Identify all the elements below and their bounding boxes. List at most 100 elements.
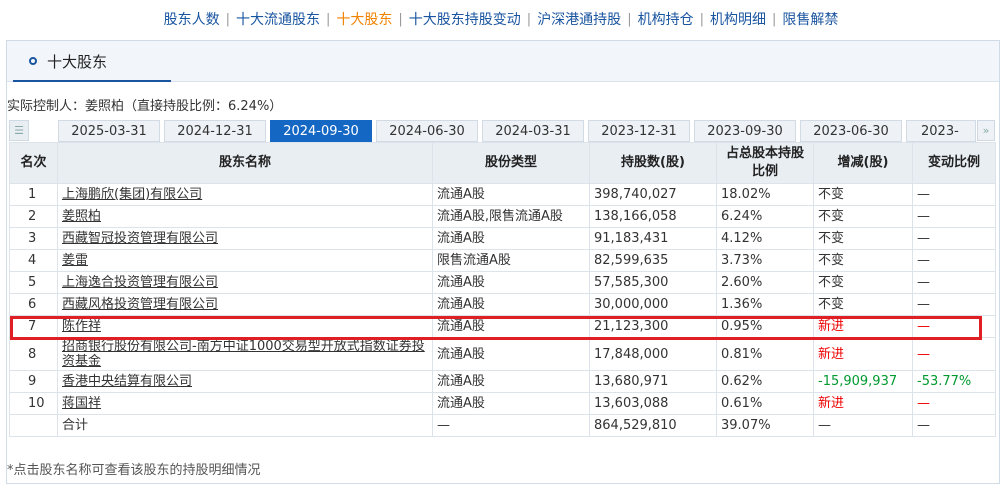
nav-separator: |	[225, 11, 231, 27]
tab-date[interactable]: 2024-03-31	[482, 120, 584, 142]
col-header-pct: 占总股本持股比例	[716, 142, 814, 184]
pct-cell: 0.81%	[716, 337, 814, 371]
rank-cell: 8	[9, 337, 58, 371]
holder-name-link[interactable]: 上海鹏欣(集团)有限公司	[62, 187, 202, 202]
holder-name-link[interactable]: 西藏风格投资管理有限公司	[62, 297, 218, 312]
holder-name-cell: 西藏智冠投资管理有限公司	[57, 227, 433, 250]
pct-cell: 6.24%	[716, 205, 814, 228]
holder-name-cell: 香港中央结算有限公司	[57, 370, 433, 393]
nav-top10-changes[interactable]: 十大股东持股变动	[409, 9, 521, 29]
change-pct-cell: —	[912, 337, 996, 371]
nav-separator: |	[398, 11, 403, 27]
share-type-cell: —	[432, 414, 590, 437]
rank-cell: 4	[9, 249, 58, 272]
nav-separator: |	[326, 11, 331, 27]
change-pct-cell: —	[912, 392, 996, 415]
table-row: 9 香港中央结算有限公司 流通A股 13,680,971 0.62% -15,9…	[9, 370, 996, 393]
holder-name-cell: 上海逸合投资管理有限公司	[57, 271, 433, 294]
holder-name-link[interactable]: 蒋国祥	[62, 396, 101, 411]
pct-cell: 2.60%	[716, 271, 814, 294]
list-icon[interactable]: ☰	[9, 120, 29, 141]
nav-shareholder-count[interactable]: 股东人数	[164, 9, 220, 29]
tab-date[interactable]: 2023-06-30	[800, 120, 902, 142]
change-cell: —	[813, 414, 913, 437]
footnote: *点击股东名称可查看该股东的持股明细情况	[7, 463, 261, 478]
rank-cell: 9	[9, 370, 58, 393]
tab-date[interactable]: 2023-09-30	[694, 120, 796, 142]
pct-cell: 4.12%	[716, 227, 814, 250]
change-pct-cell: —	[912, 183, 996, 206]
pct-cell: 1.36%	[716, 293, 814, 316]
change-cell: 新进	[813, 392, 913, 415]
top-nav: 股东人数 | 十大流通股东 | 十大股东 | 十大股东持股变动 | 沪深港通持股 | 机构…	[0, 0, 1002, 38]
shares-cell: 864,529,810	[589, 414, 717, 437]
shares-cell: 91,183,431	[589, 227, 717, 250]
shares-cell: 30,000,000	[589, 293, 717, 316]
change-pct-cell: —	[912, 271, 996, 294]
tab-date[interactable]: 2024-12-31	[164, 120, 266, 142]
table-row: 4 姜雷 限售流通A股 82,599,635 3.73% 不变 —	[9, 249, 996, 272]
holder-name-link[interactable]: 姜照柏	[62, 209, 101, 224]
shares-cell: 138,166,058	[589, 205, 717, 228]
col-header-shares: 持股数(股)	[589, 142, 717, 184]
change-cell: 不变	[813, 227, 913, 250]
total-label: 合计	[57, 414, 433, 437]
holders-table: 名次 股东名称 股份类型 持股数(股) 占总股本持股比例 增减(股) 变动比例 …	[9, 142, 996, 437]
holder-name-cell: 西藏风格投资管理有限公司	[57, 293, 433, 316]
double-chevron-right-icon[interactable]: »	[977, 120, 995, 141]
holder-name-link[interactable]: 招商银行股份有限公司-南方中证1000交易型开放式指数证券投资基金	[62, 339, 425, 369]
holder-name-cell: 姜雷	[57, 249, 433, 272]
share-type-cell: 流通A股	[432, 337, 590, 371]
highlight-box	[10, 316, 982, 340]
shares-cell: 82,599,635	[589, 249, 717, 272]
holder-name-link[interactable]: 姜雷	[62, 253, 88, 268]
tab-date[interactable]: 2023-03-	[906, 120, 976, 142]
tab-date-active[interactable]: 2024-09-30	[270, 120, 372, 142]
col-header-change-pct: 变动比例	[912, 142, 996, 184]
change-cell: 不变	[813, 205, 913, 228]
nav-top10-float[interactable]: 十大流通股东	[236, 9, 320, 29]
shares-cell: 13,603,088	[589, 392, 717, 415]
table-row: 1 上海鹏欣(集团)有限公司 流通A股 398,740,027 18.02% 不…	[9, 183, 996, 206]
change-pct-cell: —	[912, 249, 996, 272]
rank-cell: 1	[9, 183, 58, 206]
table-row: 6 西藏风格投资管理有限公司 流通A股 30,000,000 1.36% 不变 …	[9, 293, 996, 316]
holder-name-link[interactable]: 西藏智冠投资管理有限公司	[62, 231, 218, 246]
panel-title: 十大股东	[47, 53, 108, 71]
nav-hk-connect[interactable]: 沪深港通持股	[537, 9, 621, 29]
col-header-type: 股份类型	[432, 142, 590, 184]
change-cell: 不变	[813, 249, 913, 272]
change-cell: 不变	[813, 183, 913, 206]
table-row: 10 蒋国祥 流通A股 13,603,088 0.61% 新进 —	[9, 392, 996, 415]
rank-cell	[9, 414, 58, 437]
change-pct-cell: —	[912, 293, 996, 316]
tab-date[interactable]: 2023-12-31	[588, 120, 690, 142]
change-pct-cell: —	[912, 205, 996, 228]
share-type-cell: 流通A股	[432, 227, 590, 250]
change-pct-cell: —	[912, 227, 996, 250]
pct-cell: 0.62%	[716, 370, 814, 393]
tab-date[interactable]: 2025-03-31	[58, 120, 160, 142]
rank-cell: 10	[9, 392, 58, 415]
holder-name-link[interactable]: 上海逸合投资管理有限公司	[62, 275, 218, 290]
holder-name-cell: 招商银行股份有限公司-南方中证1000交易型开放式指数证券投资基金	[57, 337, 433, 371]
nav-institution-detail[interactable]: 机构明细	[710, 9, 766, 29]
pct-cell: 3.73%	[716, 249, 814, 272]
circle-bullet-icon	[29, 57, 37, 65]
pct-cell: 39.07%	[716, 414, 814, 437]
nav-lockup-release[interactable]: 限售解禁	[782, 9, 838, 29]
change-pct-cell: -53.77%	[912, 370, 996, 393]
col-header-name: 股东名称	[57, 142, 433, 184]
holder-name-cell: 上海鹏欣(集团)有限公司	[57, 183, 433, 206]
holder-name-cell: 姜照柏	[57, 205, 433, 228]
tab-date[interactable]: 2024-06-30	[376, 120, 478, 142]
shares-cell: 57,585,300	[589, 271, 717, 294]
table-header-row: 名次 股东名称 股份类型 持股数(股) 占总股本持股比例 增减(股) 变动比例	[9, 142, 996, 184]
title-underline	[13, 80, 171, 82]
table-row: 8 招商银行股份有限公司-南方中证1000交易型开放式指数证券投资基金 流通A股…	[9, 337, 996, 371]
nav-top10-holders[interactable]: 十大股东	[336, 9, 392, 29]
holder-name-link[interactable]: 香港中央结算有限公司	[62, 374, 192, 389]
table-row: 5 上海逸合投资管理有限公司 流通A股 57,585,300 2.60% 不变 …	[9, 271, 996, 294]
rank-cell: 5	[9, 271, 58, 294]
nav-institution-holdings[interactable]: 机构持仓	[638, 9, 694, 29]
